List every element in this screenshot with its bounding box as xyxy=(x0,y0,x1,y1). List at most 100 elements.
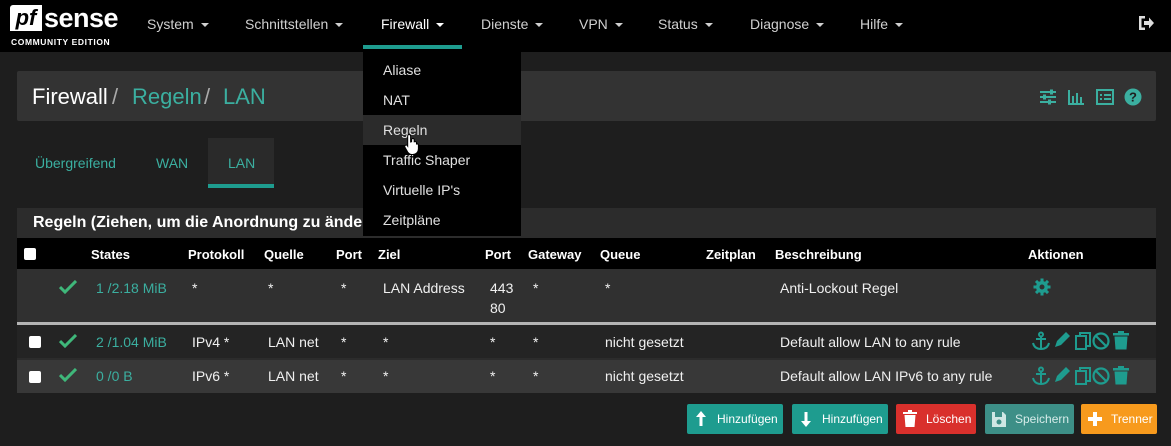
breadcrumb-regeln[interactable]: Regeln xyxy=(132,84,202,110)
trash-icon xyxy=(1113,331,1129,350)
table-row[interactable] xyxy=(17,325,1156,358)
dest-port-value: 80 xyxy=(490,300,506,316)
check-icon[interactable] xyxy=(59,334,77,348)
logo-edition: COMMUNITY EDITION xyxy=(11,37,111,47)
menu-item-label: NAT xyxy=(383,92,410,108)
add-top-label: Hinzufügen xyxy=(717,412,778,426)
menu-item-aliase[interactable]: Aliase xyxy=(363,55,521,85)
source-value: * xyxy=(268,280,274,296)
tab-uebergreifend[interactable]: Übergreifend xyxy=(35,155,116,171)
states-value[interactable]: 1 /2.18 MiB xyxy=(96,280,167,296)
select-all-checkbox[interactable] xyxy=(24,248,36,260)
dest-port-value: 443 xyxy=(490,280,514,296)
menu-item-regeln[interactable]: Regeln xyxy=(363,115,521,145)
dest-value: LAN Address xyxy=(383,280,465,296)
description-value: Anti-Lockout Regel xyxy=(780,280,899,296)
th-protokoll: Protokoll xyxy=(188,247,245,262)
copy-icon xyxy=(1075,332,1091,350)
description-value: Default allow LAN IPv6 to any rule xyxy=(780,368,993,384)
add-bottom-button[interactable]: Hinzufügen xyxy=(792,404,888,434)
th-queue: Queue xyxy=(600,247,641,262)
anchor-icon xyxy=(1032,331,1050,351)
th-ziel: Ziel xyxy=(378,247,401,262)
caret-down-icon xyxy=(200,23,209,28)
menu-item-zeitplaene[interactable]: Zeitpläne xyxy=(363,205,521,235)
plus-icon xyxy=(1088,412,1102,426)
check-icon[interactable] xyxy=(59,368,77,382)
nav-hilfe[interactable]: Hilfe xyxy=(860,0,904,52)
queue-value: nicht gesetzt xyxy=(605,368,684,384)
nav-vpn[interactable]: VPN xyxy=(579,0,623,52)
sign-out-icon[interactable] xyxy=(1137,14,1155,32)
copy-icon xyxy=(1075,367,1091,385)
tab-wan[interactable]: WAN xyxy=(156,155,188,171)
row-checkbox[interactable] xyxy=(29,336,41,348)
pencil-icon xyxy=(1055,367,1070,382)
gateway-value: * xyxy=(533,280,539,296)
menu-item-label: Aliase xyxy=(383,62,422,78)
svg-text:?: ? xyxy=(1129,90,1137,105)
source-value: LAN net xyxy=(268,368,319,384)
trash-icon xyxy=(1113,366,1129,385)
nav-dienste[interactable]: Dienste xyxy=(481,0,544,52)
states-value[interactable]: 2 /1.04 MiB xyxy=(96,334,167,350)
row-checkbox[interactable] xyxy=(29,371,41,383)
caret-down-icon xyxy=(335,23,344,28)
logo-sense: sense xyxy=(44,3,119,33)
breadcrumb-separator: / xyxy=(112,84,119,109)
trash-icon xyxy=(903,410,917,427)
delete-label: Löschen xyxy=(926,412,972,426)
menu-item-traffic-shaper[interactable]: Traffic Shaper xyxy=(363,145,521,175)
nav-system[interactable]: System xyxy=(147,0,209,52)
th-dest-port: Port xyxy=(485,247,511,262)
logo-pf: pf xyxy=(10,5,42,31)
protocol-value: IPv6 * xyxy=(192,368,230,384)
th-zeitplan: Zeitplan xyxy=(706,247,756,262)
gear-icon[interactable] xyxy=(1033,278,1051,296)
bar-chart-icon[interactable] xyxy=(1067,88,1085,106)
table-row[interactable] xyxy=(17,269,1156,322)
breadcrumb-lan[interactable]: LAN xyxy=(223,84,266,110)
menu-item-virtuelle-ips[interactable]: Virtuelle IP's xyxy=(363,175,521,205)
delete-button[interactable]: Löschen xyxy=(896,404,976,434)
sliders-icon[interactable] xyxy=(1039,88,1057,106)
save-button[interactable]: Speichern xyxy=(985,404,1074,434)
queue-value: nicht gesetzt xyxy=(605,334,684,350)
nav-active-indicator xyxy=(363,45,462,49)
panel-title: Regeln (Ziehen, um die Anordnung zu ände xyxy=(33,214,363,231)
save-label: Speichern xyxy=(1015,412,1070,426)
nav-hilfe-label: Hilfe xyxy=(860,16,889,32)
caret-down-icon xyxy=(704,23,713,28)
pfsense-logo[interactable]: pf sense COMMUNITY EDITION xyxy=(10,3,120,47)
caret-down-icon xyxy=(535,23,544,28)
tab-active-indicator xyxy=(208,184,274,188)
dest-port-value: * xyxy=(490,368,496,384)
add-top-button[interactable]: Hinzufügen xyxy=(687,404,783,434)
nav-vpn-label: VPN xyxy=(579,16,608,32)
caret-down-icon xyxy=(436,23,445,28)
separator-button[interactable]: Trenner xyxy=(1081,404,1157,434)
description-value: Default allow LAN to any rule xyxy=(780,334,961,350)
breadcrumb-separator: / xyxy=(204,84,211,109)
nav-dienste-label: Dienste xyxy=(481,16,529,32)
menu-item-label: Zeitpläne xyxy=(383,212,441,228)
menu-item-nat[interactable]: NAT xyxy=(363,85,521,115)
help-icon[interactable]: ? xyxy=(1124,88,1142,106)
th-gateway: Gateway xyxy=(528,247,582,262)
nav-firewall-label: Firewall xyxy=(381,16,430,32)
caret-down-icon xyxy=(895,23,904,28)
hand-pointer-icon xyxy=(404,133,419,155)
nav-schnittstellen[interactable]: Schnittstellen xyxy=(245,0,344,52)
anchor-icon xyxy=(1032,366,1050,386)
menu-item-label: Virtuelle IP's xyxy=(383,182,461,198)
list-icon[interactable] xyxy=(1096,88,1114,106)
nav-diagnose-label: Diagnose xyxy=(750,16,810,32)
nav-diagnose[interactable]: Diagnose xyxy=(750,0,825,52)
nav-status[interactable]: Status xyxy=(658,0,713,52)
dest-port-value: * xyxy=(490,334,496,350)
tab-lan[interactable]: LAN xyxy=(228,155,255,171)
nav-status-label: Status xyxy=(658,16,698,32)
gateway-value: * xyxy=(533,368,539,384)
th-quelle: Quelle xyxy=(264,247,304,262)
states-value[interactable]: 0 /0 B xyxy=(96,368,133,384)
